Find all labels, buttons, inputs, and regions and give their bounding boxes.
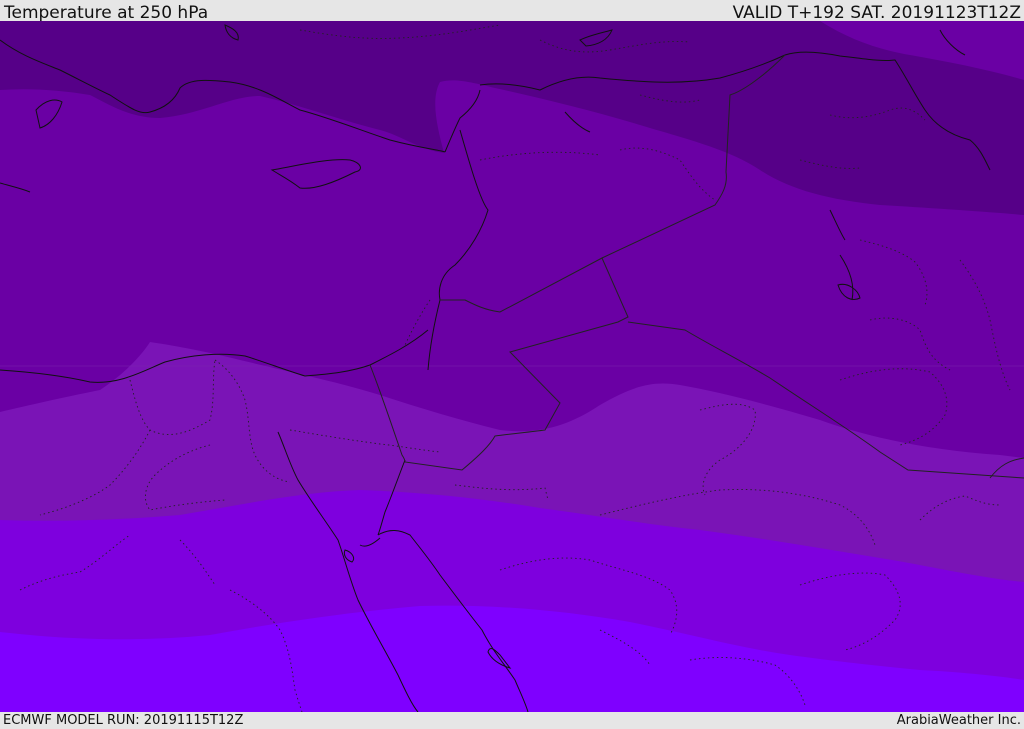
map-title: Temperature at 250 hPa [4,3,209,23]
header-bar: Temperature at 250 hPa VALID T+192 SAT. … [0,0,1024,23]
valid-time-label: VALID T+192 SAT. 20191123T12Z [732,3,1021,23]
model-run-label: ECMWF MODEL RUN: 20191115T12Z [3,713,244,728]
credit-label: ArabiaWeather Inc. [896,713,1021,728]
map-canvas [0,21,1024,712]
footer-bar: ECMWF MODEL RUN: 20191115T12Z ArabiaWeat… [0,712,1024,729]
temperature-map[interactable] [0,21,1024,712]
